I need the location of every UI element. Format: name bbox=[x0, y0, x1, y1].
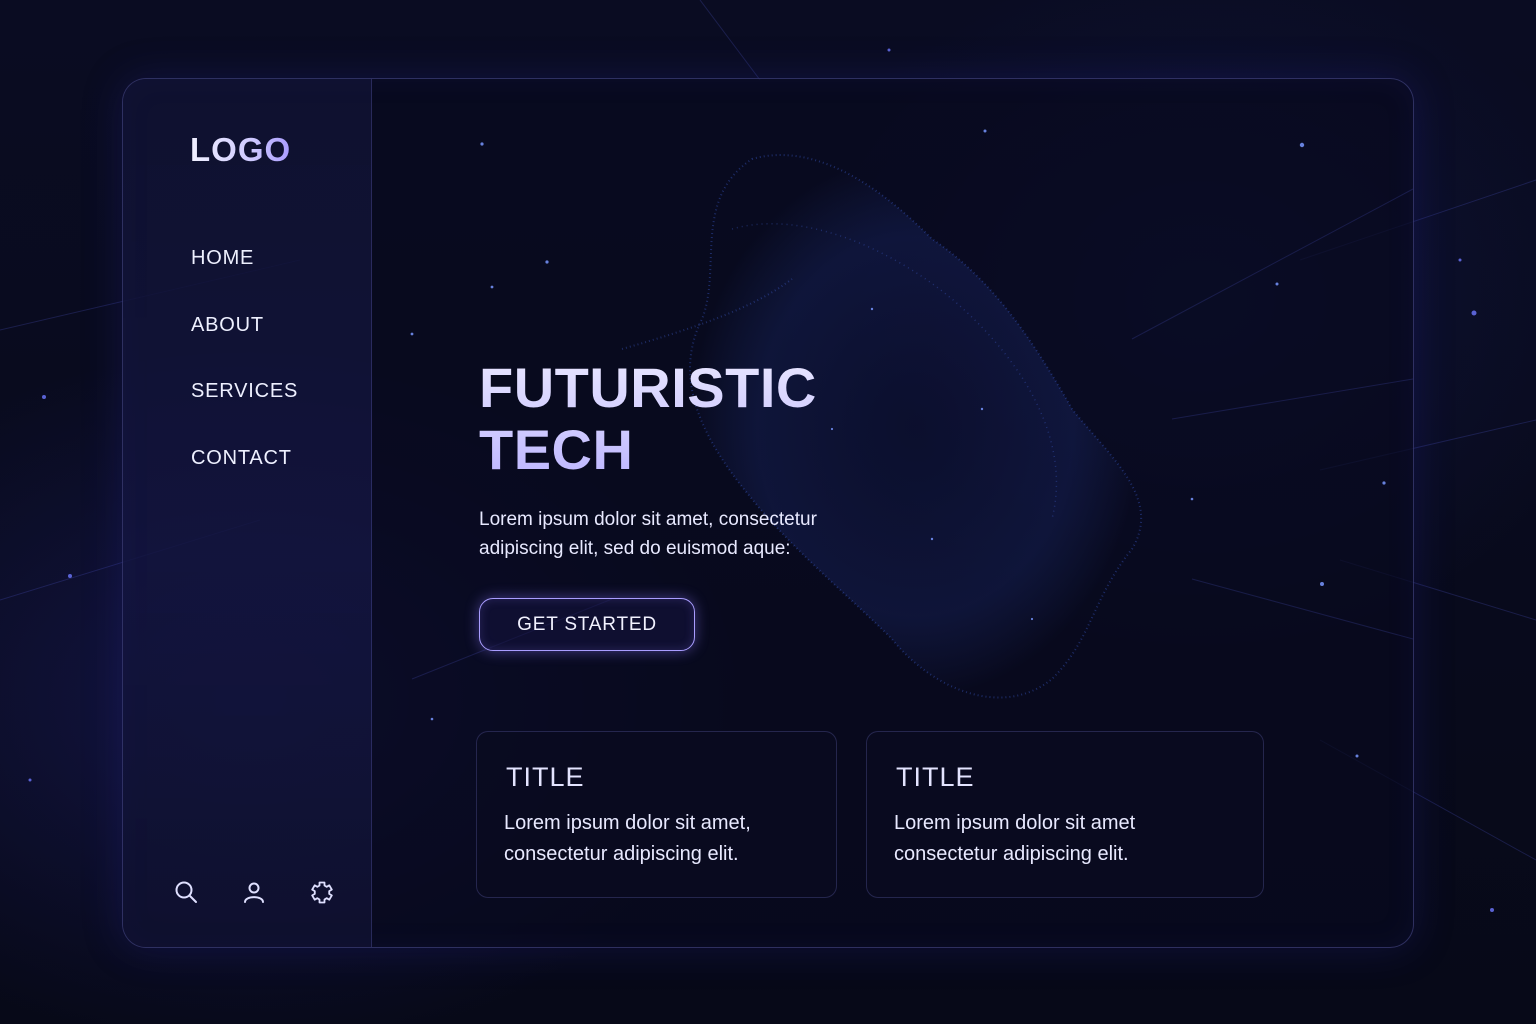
main-content: FUTURISTIC TECH Lorem ipsum dolor sit am… bbox=[372, 79, 1413, 947]
settings-icon[interactable] bbox=[309, 879, 335, 905]
hero-description: Lorem ipsum dolor sit amet, consectetur … bbox=[479, 509, 817, 559]
nav-item-contact[interactable]: CONTACT bbox=[191, 447, 298, 514]
card-title: TITLE bbox=[506, 762, 585, 792]
nav-item-about[interactable]: ABOUT bbox=[191, 314, 298, 381]
sidebar-icon-bar bbox=[173, 879, 335, 905]
hero-title: FUTURISTIC TECH bbox=[479, 357, 899, 481]
logo[interactable]: LOGO bbox=[190, 131, 291, 169]
hero-title-line2: TECH bbox=[479, 418, 634, 481]
app-window: LOGO HOME ABOUT SERVICES CONTACT FUTURIS… bbox=[122, 78, 1414, 948]
nav-item-services[interactable]: SERVICES bbox=[191, 380, 298, 447]
card-title: TITLE bbox=[896, 762, 975, 792]
nav-item-home[interactable]: HOME bbox=[191, 247, 298, 314]
get-started-button[interactable]: GET STARTED bbox=[479, 598, 695, 651]
user-icon[interactable] bbox=[241, 879, 267, 905]
sidebar: LOGO HOME ABOUT SERVICES CONTACT bbox=[123, 79, 372, 947]
nav-menu: HOME ABOUT SERVICES CONTACT bbox=[191, 247, 298, 513]
feature-card[interactable]: TITLE Lorem ipsum dolor sit amet, consec… bbox=[476, 731, 837, 898]
feature-card[interactable]: TITLE Lorem ipsum dolor sit amet consect… bbox=[866, 731, 1264, 898]
card-body: Lorem ipsum dolor sit amet consectetur a… bbox=[894, 812, 1136, 865]
card-body: Lorem ipsum dolor sit amet, consectetur … bbox=[504, 812, 751, 865]
search-icon[interactable] bbox=[173, 879, 199, 905]
hero-title-line1: FUTURISTIC bbox=[479, 356, 817, 419]
